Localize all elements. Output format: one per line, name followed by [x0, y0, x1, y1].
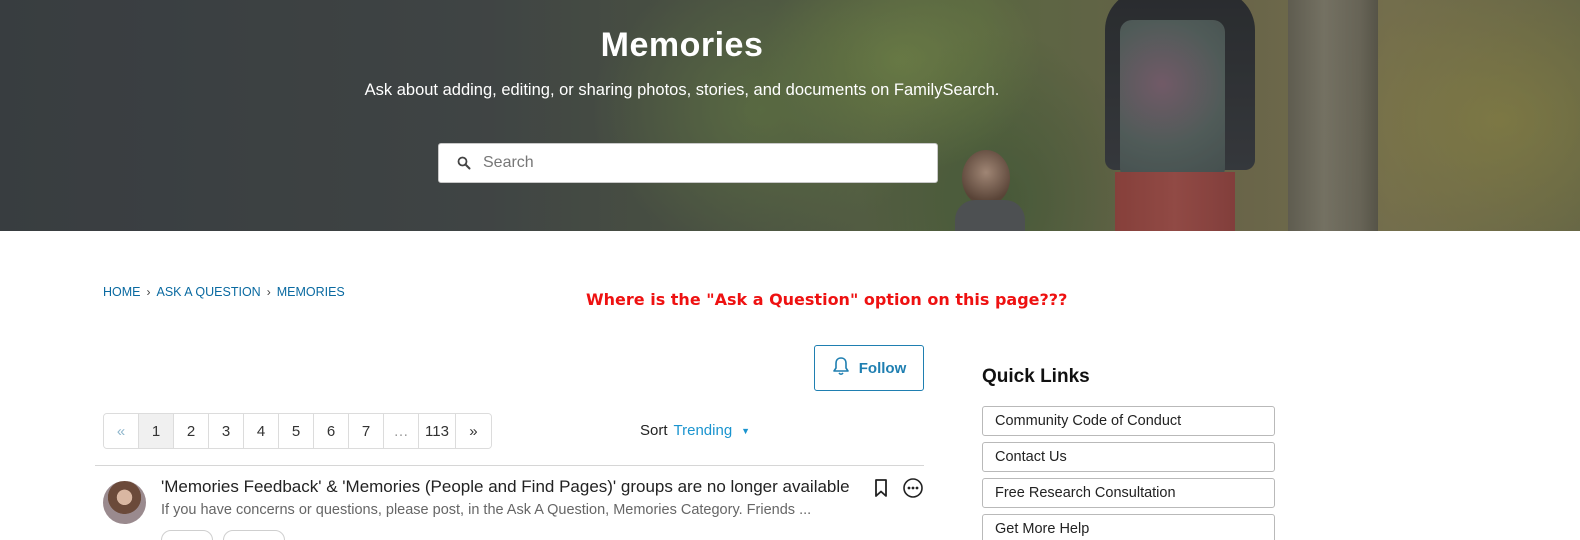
meta-chip — [223, 530, 286, 540]
pager-page-5[interactable]: 5 — [279, 414, 314, 448]
search-box[interactable] — [438, 143, 938, 183]
bell-icon — [832, 356, 850, 380]
follow-label: Follow — [858, 359, 907, 377]
follow-button[interactable]: Follow — [814, 345, 924, 391]
pager-page-last[interactable]: 113 — [419, 414, 456, 448]
breadcrumb-ask-a-question[interactable]: ASK A QUESTION — [157, 285, 261, 299]
list-divider — [95, 465, 924, 466]
quick-link-free-research-consultation[interactable]: Free Research Consultation — [982, 478, 1275, 508]
search-icon — [457, 155, 473, 171]
pager-page-7[interactable]: 7 — [349, 414, 384, 448]
search-input[interactable] — [483, 154, 903, 172]
pager-page-1[interactable]: 1 — [139, 414, 174, 448]
breadcrumb-memories[interactable]: MEMORIES — [277, 285, 345, 299]
bookmark-icon[interactable] — [873, 478, 889, 498]
sort-dropdown[interactable]: Trending — [674, 422, 733, 439]
quick-links-title: Quick Links — [982, 366, 1090, 387]
discussion-excerpt: If you have concerns or questions, pleas… — [161, 502, 812, 518]
pager-page-3[interactable]: 3 — [209, 414, 244, 448]
sort-label: Sort — [640, 422, 668, 439]
pagination: « 1 2 3 4 5 6 7 … 113 » — [103, 413, 492, 449]
avatar[interactable] — [103, 481, 146, 524]
pager-page-4[interactable]: 4 — [244, 414, 279, 448]
pager-prev[interactable]: « — [104, 414, 139, 448]
page-subtitle: Ask about adding, editing, or sharing ph… — [364, 81, 1000, 99]
caret-down-icon: ▼ — [741, 425, 751, 436]
breadcrumb: HOME › ASK A QUESTION › MEMORIES — [103, 285, 345, 299]
page-title: Memories — [600, 26, 764, 64]
discussion-title[interactable]: 'Memories Feedback' & 'Memories (People … — [161, 477, 850, 497]
pager-next[interactable]: » — [455, 414, 491, 448]
breadcrumb-home[interactable]: HOME — [103, 285, 141, 299]
sort-control[interactable]: Sort Trending ▼ — [640, 422, 750, 439]
quick-links-list: Community Code of Conduct Contact Us Fre… — [982, 406, 1275, 540]
user-annotation: Where is the "Ask a Question" option on … — [586, 290, 1068, 309]
hero-banner: Memories Ask about adding, editing, or s… — [0, 0, 1580, 231]
quick-link-get-more-help[interactable]: Get More Help — [982, 514, 1275, 540]
breadcrumb-separator: › — [146, 285, 151, 299]
pager-page-2[interactable]: 2 — [174, 414, 209, 448]
quick-link-contact-us[interactable]: Contact Us — [982, 442, 1275, 472]
meta-chip — [161, 530, 214, 540]
quick-link-code-of-conduct[interactable]: Community Code of Conduct — [982, 406, 1275, 436]
discussion-meta — [161, 530, 286, 540]
pager-page-6[interactable]: 6 — [314, 414, 349, 448]
more-options-icon[interactable] — [902, 477, 924, 499]
breadcrumb-separator: › — [266, 285, 271, 299]
pager-ellipsis: … — [384, 414, 419, 448]
